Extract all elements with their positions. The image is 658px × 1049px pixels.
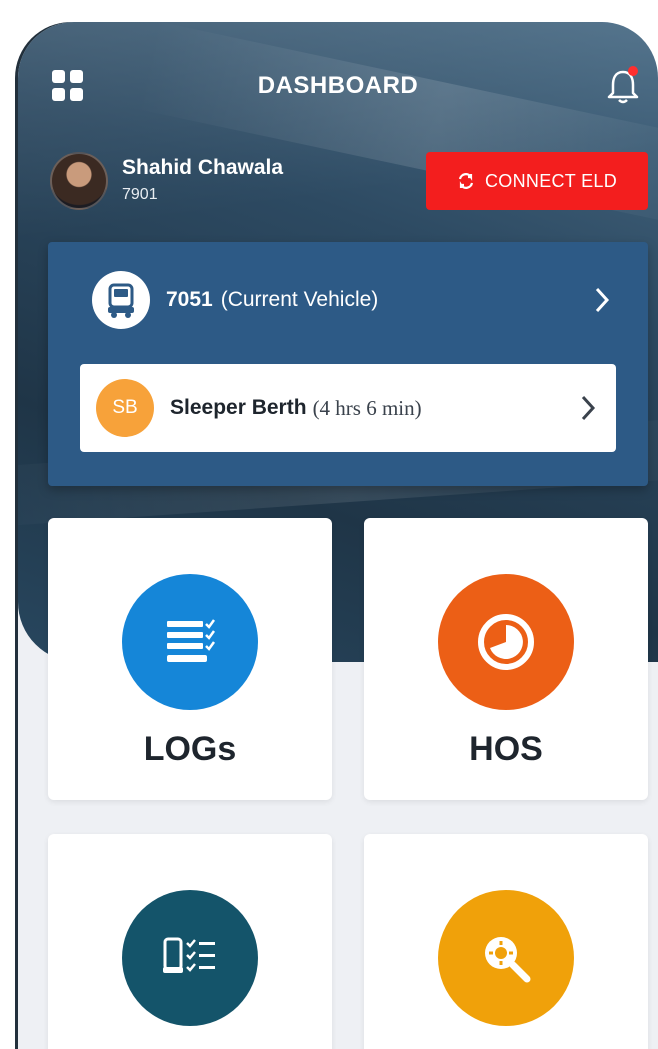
duty-status-row[interactable]: SB Sleeper Berth (4 hrs 6 min) [80, 364, 616, 452]
truck-icon [92, 271, 150, 329]
inspection-tile[interactable] [364, 834, 648, 1049]
dvir-tile[interactable] [48, 834, 332, 1049]
current-vehicle-row[interactable]: 7051 (Current Vehicle) [92, 271, 612, 329]
user-id: 7901 [122, 186, 158, 203]
connect-eld-button[interactable]: CONNECT ELD [426, 152, 648, 210]
status-badge: SB [96, 379, 154, 437]
vehicle-status-panel: 7051 (Current Vehicle) SB Sleeper Berth … [48, 242, 648, 486]
refresh-icon [458, 173, 474, 189]
tile-label: LOGs [143, 730, 237, 768]
status-name: Sleeper Berth [170, 396, 307, 419]
phone-screen: DASHBOARD Shahid Chawala 7901 CONNECT EL… [18, 22, 658, 1049]
connect-eld-label: CONNECT ELD [485, 170, 617, 191]
chevron-right-icon[interactable] [594, 286, 610, 314]
clock-icon [438, 574, 574, 710]
hos-tile[interactable]: HOS [364, 518, 648, 800]
avatar[interactable] [50, 152, 108, 210]
search-gear-icon [438, 890, 574, 1026]
page-title: DASHBOARD [257, 72, 419, 99]
notification-dot [628, 66, 638, 76]
truck-checklist-icon [122, 890, 258, 1026]
tile-label: HOS [469, 730, 543, 768]
logs-list-icon [122, 574, 258, 710]
chevron-right-icon [581, 395, 596, 421]
vehicle-number: 7051 [166, 288, 213, 311]
logs-tile[interactable]: LOGs [48, 518, 332, 800]
status-duration: (4 hrs 6 min) [312, 395, 422, 420]
user-name: Shahid Chawala [122, 156, 284, 179]
bell-icon[interactable] [606, 66, 640, 106]
vehicle-label: (Current Vehicle) [220, 288, 379, 311]
